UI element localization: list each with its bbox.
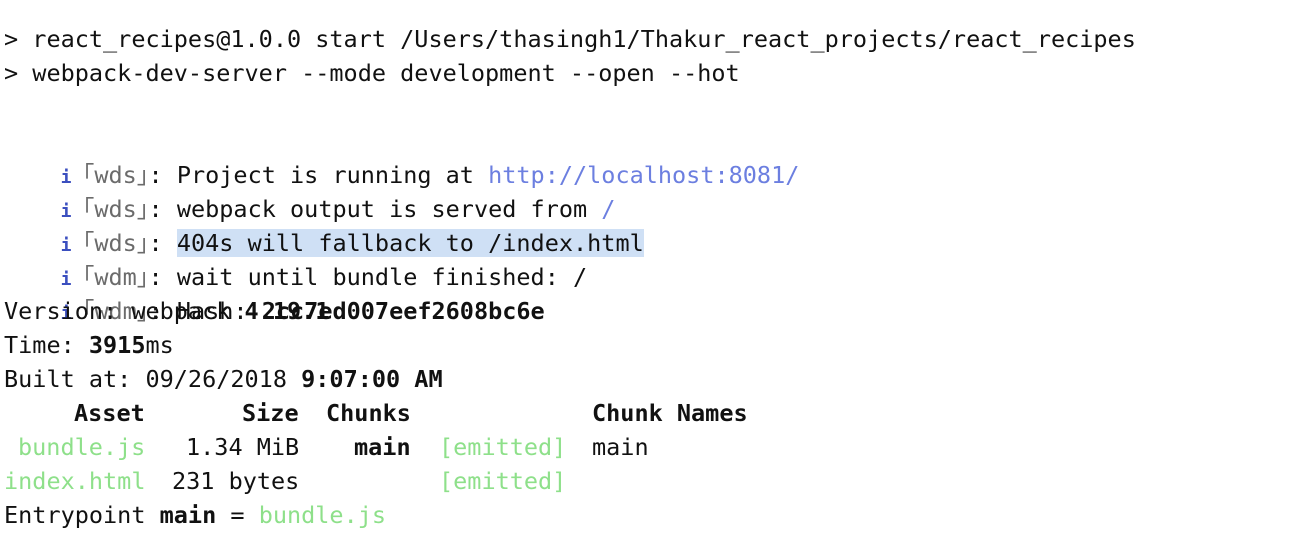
asset-size: 1.34 MiB <box>186 433 300 461</box>
emitted-badge: [emitted] <box>439 433 567 461</box>
entrypoint-eq: = <box>216 501 259 529</box>
entrypoint-name: main <box>159 501 217 529</box>
built-time: 9:07:00 AM <box>301 365 443 393</box>
entrypoint-line: Entrypoint main = bundle.js <box>4 498 1292 532</box>
time-value: 3915 <box>88 331 146 359</box>
log-text: : Project is running at <box>148 161 489 189</box>
asset-chunk-names: main <box>592 433 649 461</box>
table-row: bundle.js 1.34 MiB main [emitted] main <box>4 430 1292 464</box>
asset-chunks: main <box>354 433 411 461</box>
header-size: Size <box>242 399 299 427</box>
table-header: Asset Size Chunks Chunk Names <box>4 396 1292 430</box>
info-icon: i <box>60 167 72 188</box>
log-tag: ｢wdm｣ <box>82 263 149 291</box>
log-text: : <box>148 229 177 257</box>
info-icon: i <box>60 235 72 256</box>
built-line: Built at: 09/26/2018 9:07:00 AM <box>4 362 1292 396</box>
log-tag: ｢wds｣ <box>82 229 149 257</box>
version-value: 4.19.1 <box>244 297 330 325</box>
header-asset: Asset <box>74 399 145 427</box>
time-label: Time: <box>4 331 89 359</box>
version-line: Version: webpack 4.19.1 <box>4 294 1292 328</box>
asset-name: bundle.js <box>18 433 146 461</box>
info-icon: i <box>60 201 72 222</box>
info-icon: i <box>60 269 72 290</box>
header-chunk-names: Chunk Names <box>592 399 748 427</box>
built-label: Built at: 09/26/2018 <box>4 365 302 393</box>
log-text: : wait until bundle finished: / <box>148 263 588 291</box>
emitted-badge: [emitted] <box>439 467 567 495</box>
asset-size: 231 bytes <box>172 467 300 495</box>
header-chunks: Chunks <box>326 399 411 427</box>
log-tag: ｢wds｣ <box>82 161 149 189</box>
log-line: i ｢wds｣: Project is running at http://loc… <box>4 124 1292 189</box>
localhost-link[interactable]: http://localhost:8081/ <box>488 161 799 189</box>
log-tag: ｢wds｣ <box>82 195 149 223</box>
output-path: / <box>601 195 616 223</box>
terminal-output[interactable]: > react_recipes@1.0.0 start /Users/thasi… <box>0 0 1292 534</box>
time-unit: ms <box>145 331 174 359</box>
asset-name: index.html <box>4 467 146 495</box>
table-row: index.html 231 bytes [emitted] <box>4 464 1292 498</box>
command-line-1: > react_recipes@1.0.0 start /Users/thasi… <box>4 25 1136 53</box>
selected-text[interactable]: 404s will fallback to /index.html <box>176 229 644 257</box>
log-text: : webpack output is served from <box>148 195 602 223</box>
version-label: Version: webpack <box>4 297 245 325</box>
command-line-2: > webpack-dev-server --mode development … <box>4 59 740 87</box>
entrypoint-file: bundle.js <box>258 501 387 529</box>
time-line: Time: 3915ms <box>4 328 1292 362</box>
